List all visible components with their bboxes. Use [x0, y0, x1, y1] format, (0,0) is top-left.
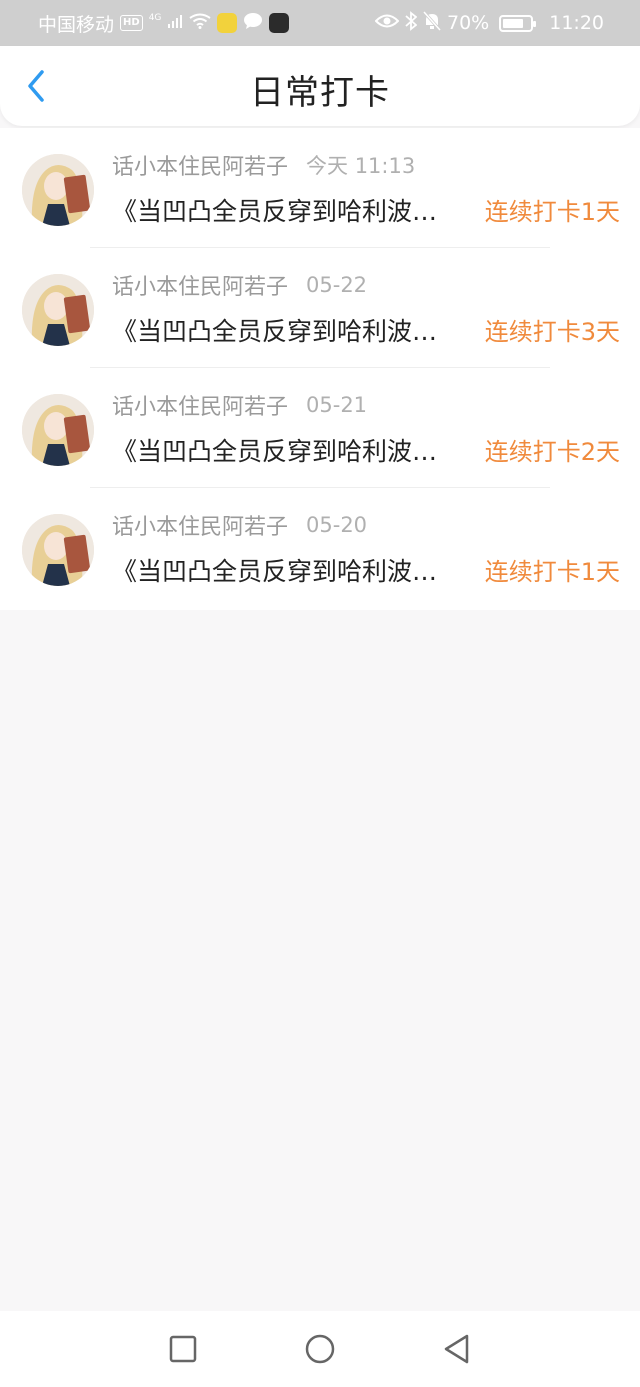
battery-percent: 70% — [447, 12, 490, 34]
avatar — [22, 154, 94, 226]
item-meta: 话小本住民阿若子 05-21 — [112, 390, 367, 420]
message-icon — [243, 12, 263, 35]
page-header: 日常打卡 — [0, 46, 640, 126]
checkin-date: 05-22 — [306, 273, 368, 297]
checkin-date: 05-20 — [306, 513, 368, 537]
item-meta: 话小本住民阿若子 05-20 — [112, 510, 367, 540]
status-right: 70% 11:20 — [374, 10, 604, 36]
status-left: 中国移动 HD 4G — [38, 10, 290, 37]
home-button[interactable] — [302, 1331, 338, 1367]
list-item[interactable]: 话小本住民阿若子 05-21 《当凹凸全员反穿到哈利波… 连续打卡2天 — [0, 368, 640, 488]
clock-time: 11:20 — [549, 12, 604, 34]
eye-icon — [374, 12, 400, 34]
bluetooth-icon — [405, 10, 418, 36]
app-notification-icon-2 — [269, 13, 290, 33]
checkin-date: 今天 11:13 — [306, 154, 416, 178]
list-item[interactable]: 话小本住民阿若子 05-22 《当凹凸全员反穿到哈利波… 连续打卡3天 — [0, 248, 640, 368]
book-title: 《当凹凸全员反穿到哈利波… — [112, 557, 438, 586]
signal-icon — [167, 12, 183, 34]
recent-apps-button[interactable] — [165, 1331, 201, 1367]
status-bar: 中国移动 HD 4G 70% 11:20 — [0, 0, 640, 46]
avatar — [22, 394, 94, 466]
book-title: 《当凹凸全员反穿到哈利波… — [112, 197, 438, 226]
carrier-name: 中国移动 — [38, 13, 115, 36]
back-icon — [444, 1334, 469, 1364]
app-notification-icon — [217, 13, 238, 33]
item-meta: 话小本住民阿若子 今天 11:13 — [112, 150, 415, 180]
username: 话小本住民阿若子 — [112, 395, 289, 420]
username: 话小本住民阿若子 — [112, 275, 289, 300]
checkin-date: 05-21 — [306, 393, 368, 417]
wifi-icon — [189, 12, 211, 34]
checkin-list: 话小本住民阿若子 今天 11:13 《当凹凸全员反穿到哈利波… 连续打卡1天 话… — [0, 128, 640, 610]
streak-label: 连续打卡2天 — [484, 438, 620, 466]
page-title: 日常打卡 — [250, 73, 390, 113]
streak-label: 连续打卡3天 — [484, 318, 620, 346]
list-item[interactable]: 话小本住民阿若子 今天 11:13 《当凹凸全员反穿到哈利波… 连续打卡1天 — [0, 128, 640, 248]
book-title: 《当凹凸全员反穿到哈利波… — [112, 317, 438, 346]
list-item[interactable]: 话小本住民阿若子 05-20 《当凹凸全员反穿到哈利波… 连续打卡1天 — [0, 488, 640, 608]
network-type: 4G — [148, 13, 162, 23]
book-title: 《当凹凸全员反穿到哈利波… — [112, 437, 438, 466]
streak-label: 连续打卡1天 — [484, 198, 620, 226]
nav-back-button[interactable] — [438, 1331, 474, 1367]
avatar — [22, 274, 94, 346]
system-nav-bar — [0, 1311, 640, 1387]
avatar — [22, 514, 94, 586]
home-icon — [305, 1334, 335, 1364]
mute-bell-icon — [422, 10, 442, 36]
recent-apps-icon — [169, 1335, 197, 1363]
battery-icon — [499, 14, 537, 32]
item-meta: 话小本住民阿若子 05-22 — [112, 270, 367, 300]
hd-badge: HD — [120, 15, 143, 31]
username: 话小本住民阿若子 — [112, 155, 289, 180]
username: 话小本住民阿若子 — [112, 515, 289, 540]
streak-label: 连续打卡1天 — [484, 558, 620, 586]
